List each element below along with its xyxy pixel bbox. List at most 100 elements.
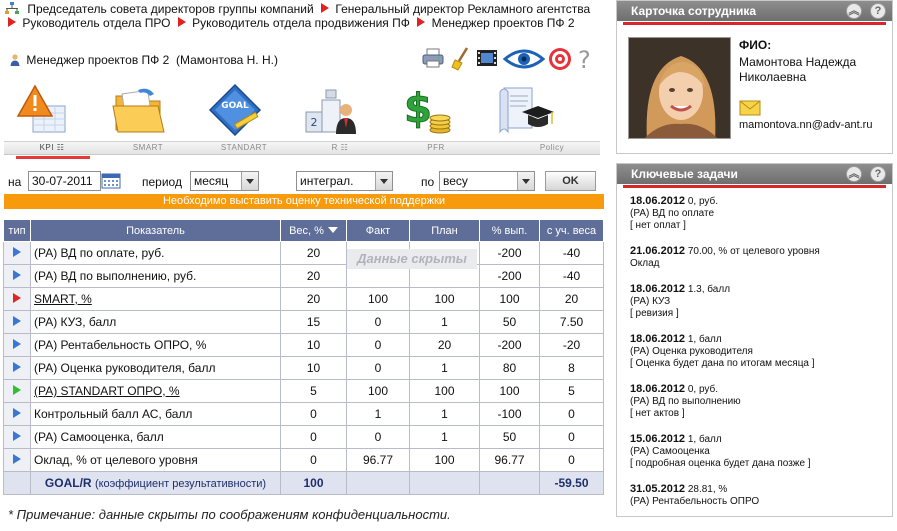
row-type[interactable] xyxy=(3,241,31,265)
indicator-name: Оклад, % от целевого уровня xyxy=(34,453,198,467)
table-row: (РА) Самооценка, балл 0 0 1 50 0 xyxy=(3,425,604,449)
task-value: 1, балл xyxy=(687,334,722,345)
list-item[interactable]: 18.06.2012 0, руб. (РА) ВД по оплате[ нет… xyxy=(630,195,892,232)
table-row: (РА) ВД по выполнению, руб. 20 -200 -40 xyxy=(3,264,604,288)
cell-weighted: 0 xyxy=(539,448,604,472)
help-icon[interactable]: ? xyxy=(870,3,886,19)
tab-label-policy[interactable]: Policy xyxy=(504,142,600,154)
collapse-icon[interactable]: ︽ xyxy=(846,3,862,19)
table-row: Оклад, % от целевого уровня 0 96.77 100 96.7… xyxy=(3,448,604,472)
expand-arrow-icon[interactable] xyxy=(13,270,21,280)
expand-arrow-icon[interactable] xyxy=(13,385,21,395)
column-header-fact[interactable]: Факт xyxy=(346,219,410,242)
task-name: (РА) Оценка руководителя xyxy=(630,346,753,357)
cell-pct: 50 xyxy=(479,310,540,334)
indicator-link[interactable]: SMART, % xyxy=(34,292,92,306)
breadcrumb-item-pro-head[interactable]: Руководитель отдела ПРО xyxy=(22,16,170,30)
employee-email[interactable]: mamontova.nn@adv-ant.ru xyxy=(739,119,889,132)
task-name: Оклад xyxy=(630,258,660,269)
target-icon[interactable] xyxy=(548,47,572,74)
expand-arrow-icon[interactable] xyxy=(13,454,21,464)
list-item[interactable]: 18.06.2012 1, балл (РА) Оценка руководите… xyxy=(630,333,892,370)
cell-pct: -100 xyxy=(479,402,540,426)
list-item[interactable]: 18.06.2012 1.3, балл (РА) КУЗ[ ревизия ] xyxy=(630,283,892,320)
column-header-type: тип xyxy=(3,219,31,242)
expand-arrow-icon[interactable] xyxy=(13,431,21,441)
row-type[interactable] xyxy=(3,287,31,311)
task-name: (РА) ВД по выполнению xyxy=(630,396,741,407)
printer-icon[interactable] xyxy=(422,47,444,72)
collapse-icon[interactable]: ︽ xyxy=(846,166,862,182)
column-header-plan[interactable]: План xyxy=(409,219,480,242)
column-header-weight[interactable]: Вес, % xyxy=(280,219,347,242)
table-row: (РА) ВД по оплате, руб. 20 -200 -40 xyxy=(3,241,604,265)
eye-icon[interactable] xyxy=(502,47,546,74)
expand-arrow-icon[interactable] xyxy=(13,247,21,257)
active-tab-indicator xyxy=(16,156,90,159)
tab-kpi[interactable] xyxy=(0,80,91,150)
task-date: 18.06.2012 xyxy=(630,195,686,207)
warning-banner[interactable]: Необходимо выставить оценку технической … xyxy=(4,194,604,209)
mode-select[interactable]: интеграл. xyxy=(296,171,393,191)
column-header-weighted[interactable]: с уч. веса xyxy=(539,219,604,242)
help-icon[interactable]: ? xyxy=(870,166,886,182)
row-type[interactable] xyxy=(3,264,31,288)
tab-r[interactable]: 2 xyxy=(283,80,379,150)
kpi-table: тип Показатель Вес, % Факт План % вып. с… xyxy=(3,219,604,495)
row-type[interactable] xyxy=(3,379,31,403)
breadcrumb-item-pf-promo-head[interactable]: Руководитель отдела продвижения ПФ xyxy=(192,16,410,30)
row-type[interactable] xyxy=(3,356,31,380)
help-icon[interactable]: ? xyxy=(578,46,591,74)
expand-arrow-icon[interactable] xyxy=(13,293,21,303)
tab-pfr[interactable]: $ xyxy=(379,80,475,150)
list-item[interactable]: 21.06.2012 70.00, % от целевого уровня Ок… xyxy=(630,245,892,270)
broom-icon[interactable] xyxy=(451,47,471,74)
svg-text:2: 2 xyxy=(311,116,318,129)
indicator-name: (РА) КУЗ, балл xyxy=(34,315,117,329)
row-type[interactable] xyxy=(3,425,31,449)
task-value: 1, балл xyxy=(687,434,722,445)
row-type[interactable] xyxy=(3,448,31,472)
breadcrumb-item-general-director[interactable]: Генеральный директор Рекламного агентств… xyxy=(335,2,590,16)
calendar-icon[interactable] xyxy=(101,173,121,189)
cell-fact: 1 xyxy=(346,402,410,426)
tab-label-standart[interactable]: STANDART xyxy=(196,142,292,154)
expand-arrow-icon[interactable] xyxy=(13,408,21,418)
table-row: SMART, % 20 100 100 100 20 xyxy=(3,287,604,311)
tab-label-smart[interactable]: SMART xyxy=(100,142,196,154)
film-icon[interactable] xyxy=(476,47,498,72)
date-input[interactable]: 30-07-2011 xyxy=(28,171,101,191)
expand-arrow-icon[interactable] xyxy=(13,339,21,349)
table-row: (РА) Оценка руководителя, балл 10 0 1 80 8 xyxy=(3,356,604,380)
expand-arrow-icon[interactable] xyxy=(13,362,21,372)
ok-button[interactable]: OK xyxy=(545,171,596,191)
tab-label-r[interactable]: R ☷ xyxy=(292,142,388,154)
tab-standart[interactable]: GOAL xyxy=(187,80,283,150)
task-date: 15.06.2012 xyxy=(630,433,686,445)
breadcrumb-item-current[interactable]: Менеджер проектов ПФ 2 xyxy=(432,16,575,30)
task-date: 18.06.2012 xyxy=(630,283,686,295)
list-item[interactable]: 18.06.2012 0, руб. (РА) ВД по выполнению[… xyxy=(630,383,892,420)
indicator-link[interactable]: (РА) STANDART ОПРО, % xyxy=(34,384,180,398)
tab-policy[interactable] xyxy=(475,80,571,150)
column-header-pct[interactable]: % вып. xyxy=(479,219,540,242)
mail-icon[interactable] xyxy=(739,100,761,116)
cell-weight: 10 xyxy=(280,333,347,357)
period-select[interactable]: месяц xyxy=(190,171,259,191)
goal-icon: GOAL xyxy=(208,83,262,137)
row-type[interactable] xyxy=(3,310,31,334)
row-type[interactable] xyxy=(3,402,31,426)
tab-smart[interactable] xyxy=(91,80,187,150)
tab-label-kpi[interactable]: KPI ☷ xyxy=(4,142,100,154)
column-header-indicator[interactable]: Показатель xyxy=(30,219,281,242)
row-type[interactable] xyxy=(3,333,31,357)
breadcrumb-item-board-chairman[interactable]: Председатель совета директоров группы ко… xyxy=(27,2,313,16)
sort-by-select[interactable]: весу xyxy=(439,171,535,191)
tab-label-pfr[interactable]: PFR xyxy=(388,142,484,154)
panel-header: Карточка сотрудника ︽ ? xyxy=(617,1,892,21)
task-name: (РА) Самооценка xyxy=(630,446,710,457)
list-item[interactable]: 31.05.2012 28.81, % (РА) Рентабельность О… xyxy=(630,483,892,508)
employee-fullname: Мамонтова Надежда Николаевна xyxy=(739,55,857,84)
expand-arrow-icon[interactable] xyxy=(13,316,21,326)
list-item[interactable]: 15.06.2012 1, балл (РА) Самооценка[ подро… xyxy=(630,433,892,470)
